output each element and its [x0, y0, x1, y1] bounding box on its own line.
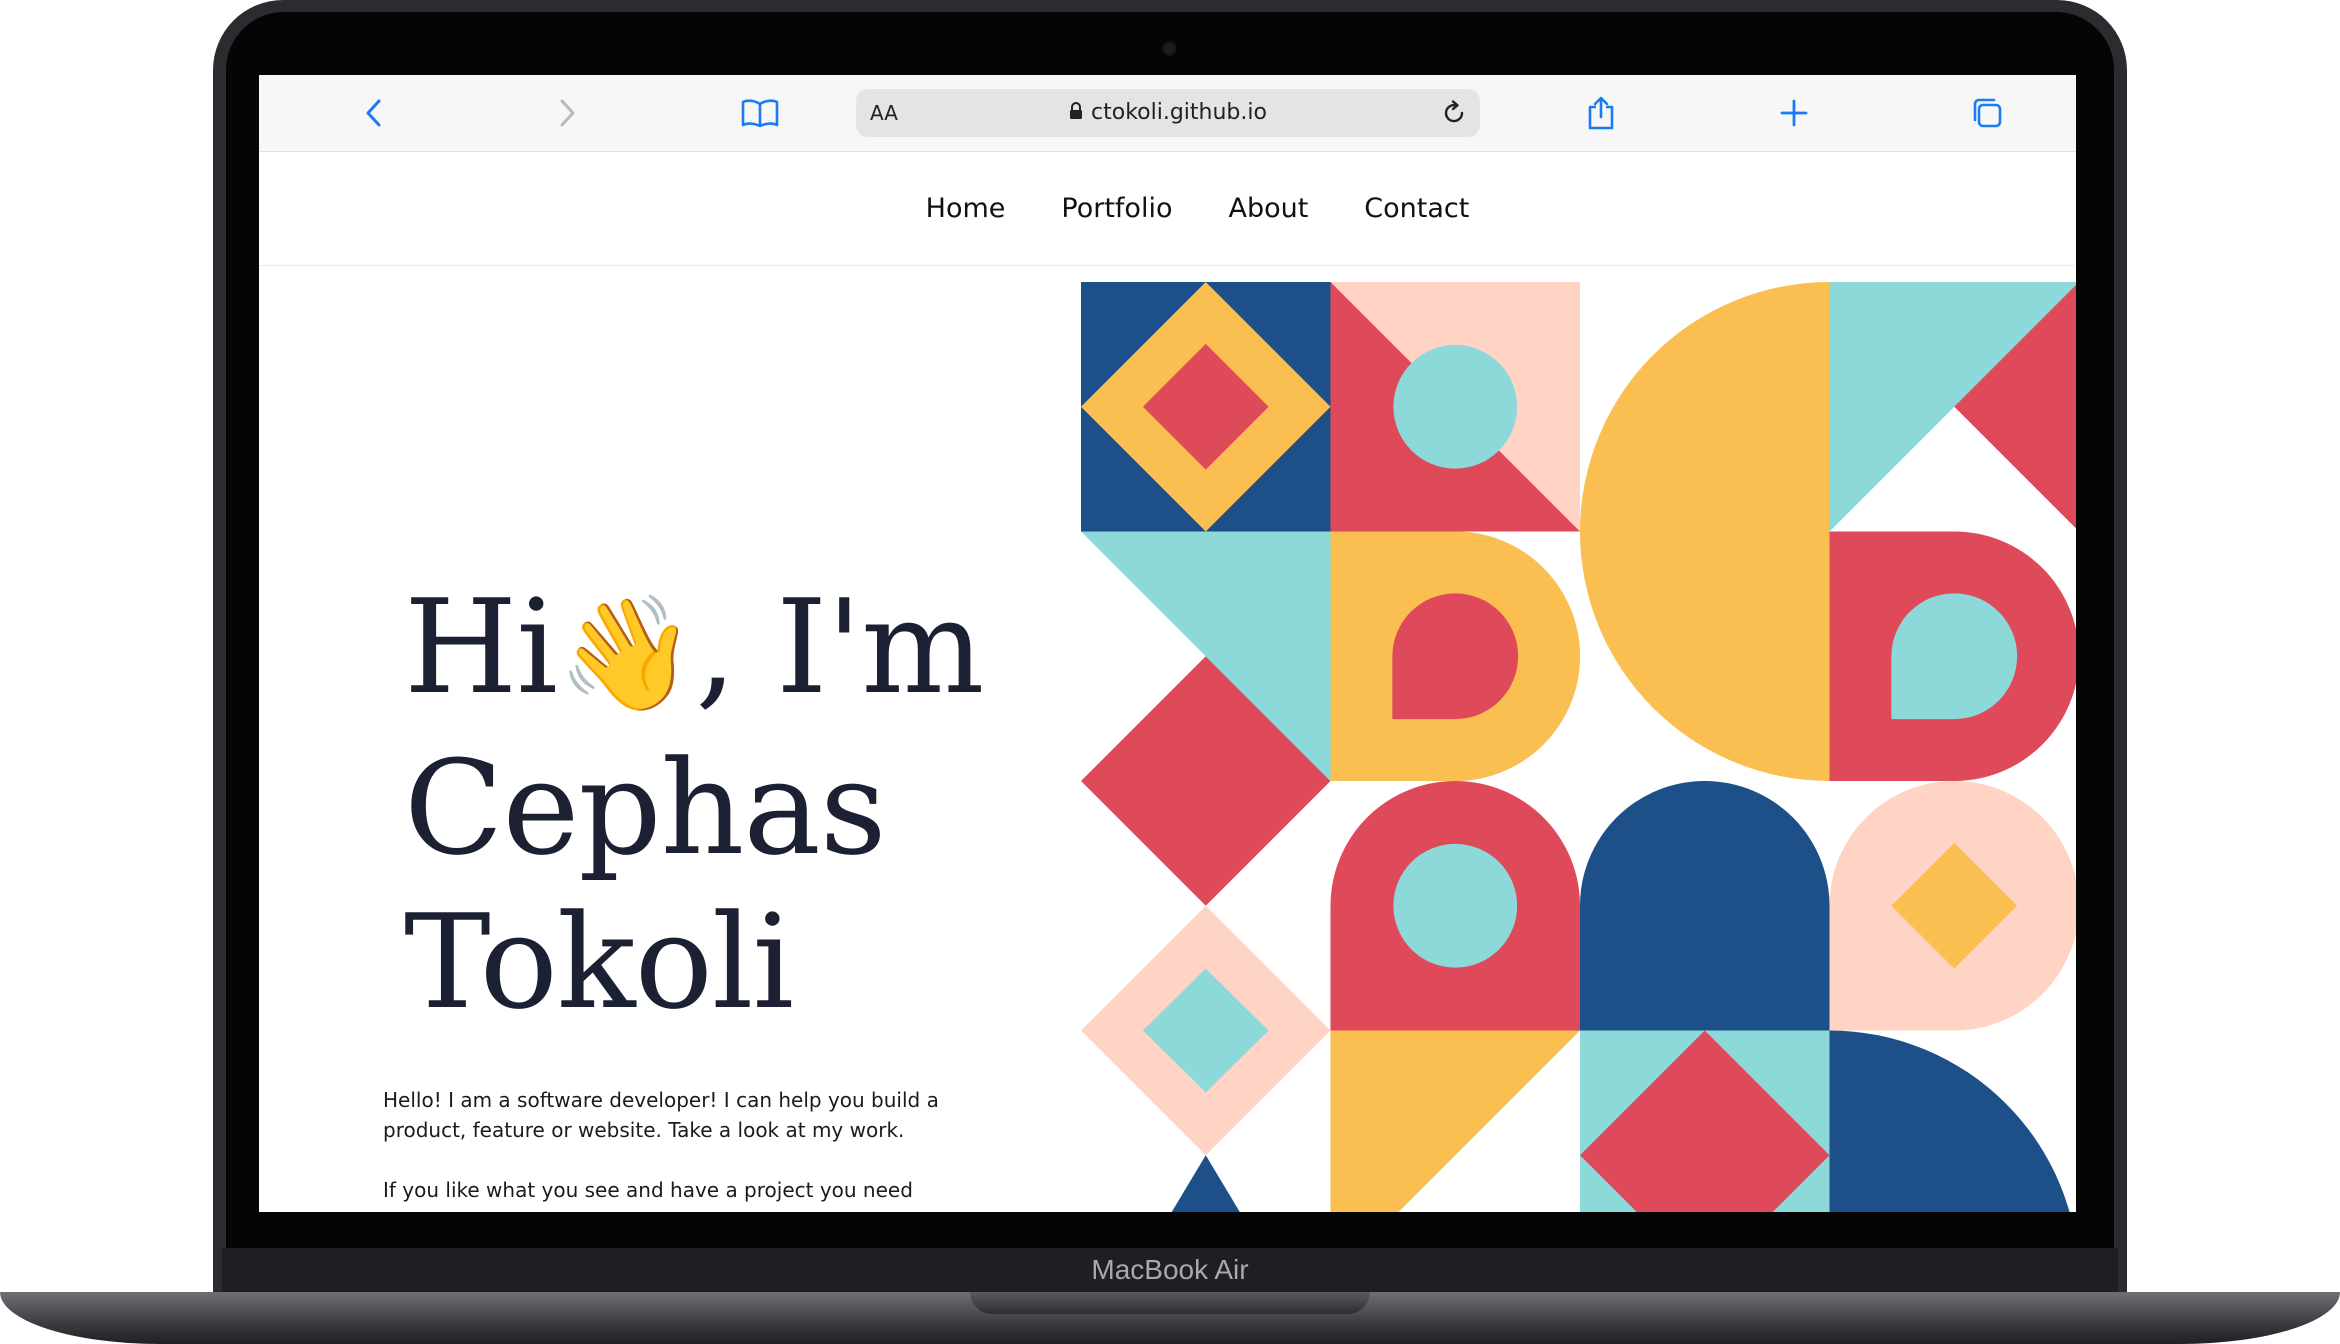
- geometric-art: [1081, 281, 2076, 1212]
- browser-toolbar: AA ctokoli.github.io: [259, 75, 2076, 152]
- hero-first-name: Cephas: [404, 732, 887, 884]
- hero-paragraph-1: Hello! I am a software developer! I can …: [383, 1088, 939, 1142]
- laptop-frame: AA ctokoli.github.io Home Portfolio Abou…: [0, 0, 2340, 1344]
- nav-contact[interactable]: Contact: [1364, 193, 1469, 224]
- geometric-pattern-image: [1081, 282, 2076, 1212]
- hero-heading: Hi👋, I'm Cephas Tokoli: [404, 570, 984, 1039]
- share-icon[interactable]: [1577, 89, 1625, 137]
- nav-portfolio[interactable]: Portfolio: [1061, 193, 1172, 224]
- nav-home[interactable]: Home: [926, 193, 1006, 224]
- hero-last-name: Tokoli: [404, 886, 794, 1038]
- device-model-label: MacBook Air: [1091, 1254, 1249, 1285]
- wave-icon: 👋: [556, 589, 696, 719]
- url-text: ctokoli.github.io: [1091, 100, 1267, 125]
- laptop-notch: [970, 1292, 1370, 1314]
- hero-line-1: Hi👋, I'm: [404, 570, 984, 731]
- camera-icon: [1164, 43, 1175, 54]
- hero-paragraph-2: If you like what you see and have a proj…: [383, 1178, 913, 1202]
- url-text-container: ctokoli.github.io: [856, 100, 1480, 126]
- browser-screen: AA ctokoli.github.io Home Portfolio Abou…: [259, 75, 2076, 1212]
- bookmarks-icon[interactable]: [736, 89, 784, 137]
- address-bar[interactable]: AA ctokoli.github.io: [856, 89, 1480, 137]
- plus-icon[interactable]: [1770, 89, 1818, 137]
- back-icon[interactable]: [350, 89, 398, 137]
- forward-icon[interactable]: [543, 89, 591, 137]
- hero-hi: Hi: [404, 571, 558, 723]
- nav-about[interactable]: About: [1228, 193, 1308, 224]
- tabs-icon[interactable]: [1963, 89, 2011, 137]
- hero-im: , I'm: [695, 571, 984, 723]
- reload-icon[interactable]: [1436, 95, 1472, 131]
- lock-icon: [1069, 101, 1083, 126]
- site-nav: Home Portfolio About Contact: [259, 152, 2076, 266]
- hero-description: Hello! I am a software developer! I can …: [383, 1085, 943, 1212]
